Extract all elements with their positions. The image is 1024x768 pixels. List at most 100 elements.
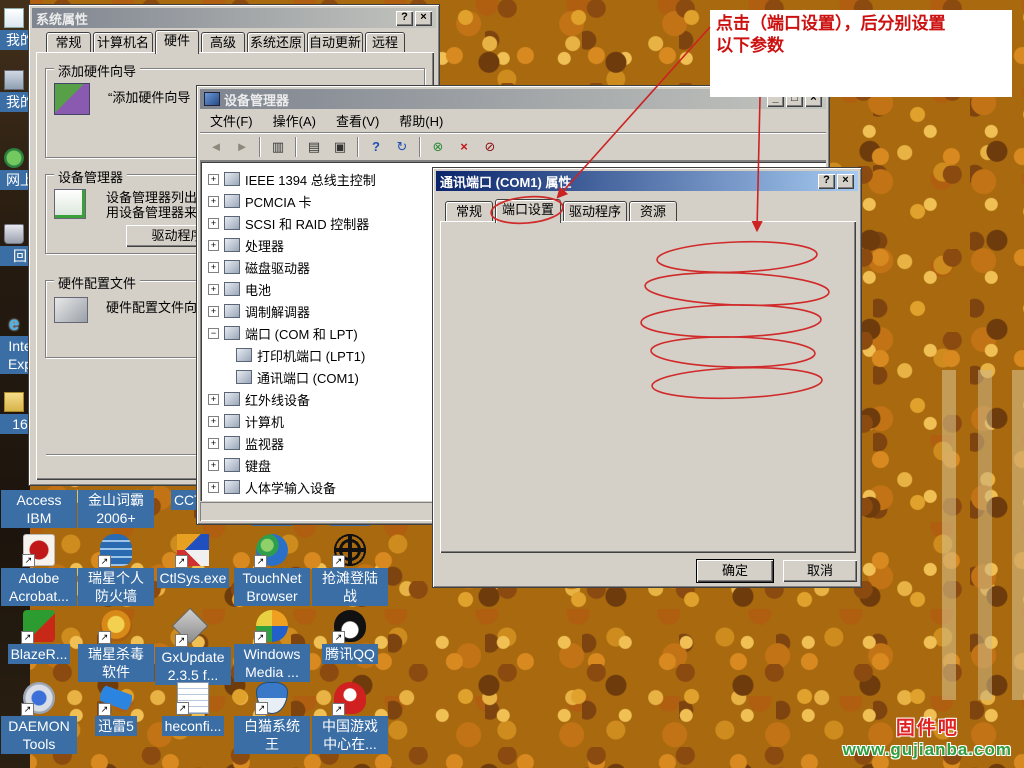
tree-item-monitors[interactable]: +监视器: [208, 433, 284, 453]
com1-titlebar[interactable]: 通讯端口 (COM1) 属性 ? ×: [436, 171, 858, 191]
desktop-icon-xunlei[interactable]: 迅雷5: [78, 682, 154, 736]
tab-advanced[interactable]: 高级: [201, 32, 245, 53]
tree-item-disk-drives[interactable]: +磁盘驱动器: [208, 257, 310, 277]
menu-action[interactable]: 操作(A): [263, 108, 326, 133]
expander[interactable]: +: [208, 240, 219, 251]
watermark-url: www.gujianba.com: [843, 740, 1012, 760]
uninstall-icon[interactable]: ×: [452, 136, 476, 158]
hardware-profiles-icon: [54, 297, 88, 323]
desktop-icon-gxupdate[interactable]: GxUpdate 2.3.5 f...: [155, 610, 231, 685]
help-button[interactable]: ?: [818, 174, 835, 189]
tree-item-ieee1394[interactable]: +IEEE 1394 总线主控制: [208, 169, 376, 189]
menu-file[interactable]: 文件(F): [200, 108, 263, 133]
annotation-line1: 点击（端口设置），后分别设置: [716, 13, 1006, 35]
chip-icon: [177, 613, 209, 645]
desktop-icon-rising-firewall[interactable]: 瑞星个人 防火墙: [78, 534, 154, 606]
desktop-icon-access-ibm[interactable]: Access IBM: [1, 490, 77, 528]
icon-label: Adobe Acrobat...: [1, 568, 77, 606]
tab-computer-name[interactable]: 计算机名: [93, 32, 153, 53]
tab-hardware[interactable]: 硬件: [155, 30, 199, 54]
tab-resources[interactable]: 资源: [629, 201, 677, 222]
icon-label: 迅雷5: [95, 716, 137, 736]
eject-icon[interactable]: ⊗: [426, 136, 450, 158]
tree-item-batteries[interactable]: +电池: [208, 279, 271, 299]
expander[interactable]: +: [208, 394, 219, 405]
desktop-icon-internet-explorer[interactable]: eInte Exp: [0, 314, 28, 374]
properties-icon[interactable]: ▤: [302, 136, 326, 158]
tab-driver[interactable]: 驱动程序: [563, 201, 627, 222]
help-icon[interactable]: ?: [364, 136, 388, 158]
desktop-icon-touchnet[interactable]: TouchNet Browser: [234, 534, 310, 606]
tree-item-com1[interactable]: 通讯端口 (COM1): [236, 367, 359, 387]
print-icon[interactable]: ▣: [328, 136, 352, 158]
update-driver-icon[interactable]: ↻: [390, 136, 414, 158]
tree-item-lpt1[interactable]: 打印机端口 (LPT1): [236, 345, 365, 365]
tab-port-settings[interactable]: 端口设置: [495, 199, 561, 223]
notepad-icon: [177, 682, 209, 714]
expander[interactable]: +: [208, 218, 219, 229]
tab-general[interactable]: 常规: [445, 201, 493, 222]
desktop-icon-folder-16[interactable]: 16: [0, 392, 28, 434]
menu-view[interactable]: 查看(V): [326, 108, 389, 133]
desktop-icon-my-documents[interactable]: 我的: [0, 8, 28, 50]
expander[interactable]: +: [208, 284, 219, 295]
menu-help[interactable]: 帮助(H): [389, 108, 453, 133]
expander[interactable]: +: [208, 416, 219, 427]
desktop-icon-rising-av[interactable]: 瑞星杀毒 软件: [78, 610, 154, 682]
recycle-bin-icon: [4, 224, 24, 244]
tree-item-pcmcia[interactable]: +PCMCIA 卡: [208, 191, 311, 211]
desktop-icon-my-computer[interactable]: 我的: [0, 70, 28, 112]
tab-general[interactable]: 常规: [46, 32, 91, 53]
desktop-icon-baimao[interactable]: 白猫系统 王: [234, 682, 310, 754]
tree-item-computer[interactable]: +计算机: [208, 411, 284, 431]
desktop-icon-qiangtan[interactable]: 抢滩登陆 战: [312, 534, 388, 606]
tree-item-scsi-raid[interactable]: +SCSI 和 RAID 控制器: [208, 213, 369, 233]
ok-button[interactable]: 确定: [697, 560, 773, 582]
expander[interactable]: +: [208, 460, 219, 471]
folder-icon: [4, 392, 24, 412]
tree-item-modems[interactable]: +调制解调器: [208, 301, 310, 321]
desktop-icon-adobe-acrobat[interactable]: Adobe Acrobat...: [1, 534, 77, 606]
group-title: 设备管理器: [54, 167, 127, 186]
back-icon[interactable]: ◄: [204, 136, 228, 158]
keyboard-icon: [224, 458, 240, 472]
firewall-icon: [100, 534, 132, 566]
daemon-icon: [23, 682, 55, 714]
com1-properties-dialog: 通讯端口 (COM1) 属性 ? × 常规 端口设置 驱动程序 资源 每秒位数(…: [432, 167, 862, 588]
tree-item-processors[interactable]: +处理器: [208, 235, 284, 255]
desktop-icon-wmp[interactable]: Windows Media ...: [234, 610, 310, 682]
close-button[interactable]: ×: [415, 11, 432, 26]
desktop-icon-network[interactable]: 网上: [0, 148, 28, 190]
expander[interactable]: +: [208, 482, 219, 493]
tab-auto-update[interactable]: 自动更新: [307, 32, 363, 53]
desktop-icon-heconfi[interactable]: heconfi...: [155, 682, 231, 736]
desktop-icon-recycle-bin[interactable]: 回: [0, 224, 28, 266]
expander[interactable]: +: [208, 174, 219, 185]
close-button[interactable]: ×: [837, 174, 854, 189]
forward-icon[interactable]: ►: [230, 136, 254, 158]
tree-item-hid[interactable]: +人体学输入设备: [208, 477, 336, 497]
tree-item-infrared[interactable]: +红外线设备: [208, 389, 310, 409]
desktop-icon-jinshan-ciba[interactable]: 金山词霸 2006+: [78, 490, 154, 528]
disable-icon[interactable]: ⊘: [478, 136, 502, 158]
system-properties-titlebar[interactable]: 系统属性 ? ×: [32, 8, 436, 28]
group-text: “添加硬件向导: [108, 87, 190, 106]
desktop-icon-zhongguo-game[interactable]: 中国游戏 中心在...: [312, 682, 388, 754]
expander[interactable]: +: [208, 438, 219, 449]
tree-item-keyboards[interactable]: +键盘: [208, 455, 271, 475]
show-panes-icon[interactable]: ▥: [266, 136, 290, 158]
desktop-icon-blazer[interactable]: BlazeR...: [1, 610, 77, 664]
group-title: 添加硬件向导: [54, 61, 140, 80]
expander[interactable]: +: [208, 196, 219, 207]
tab-remote[interactable]: 远程: [365, 32, 405, 53]
expander[interactable]: +: [208, 306, 219, 317]
desktop-icon-ctlsys[interactable]: CtlSys.exe: [155, 534, 231, 588]
cancel-button[interactable]: 取消: [783, 560, 857, 582]
desktop-icon-qq[interactable]: 腾讯QQ: [312, 610, 388, 664]
expander[interactable]: −: [208, 328, 219, 339]
desktop-icon-daemon-tools[interactable]: DAEMON Tools: [1, 682, 77, 754]
expander[interactable]: +: [208, 262, 219, 273]
tree-item-ports[interactable]: −端口 (COM 和 LPT): [208, 323, 358, 343]
help-button[interactable]: ?: [396, 11, 413, 26]
tab-system-restore[interactable]: 系统还原: [247, 32, 305, 53]
